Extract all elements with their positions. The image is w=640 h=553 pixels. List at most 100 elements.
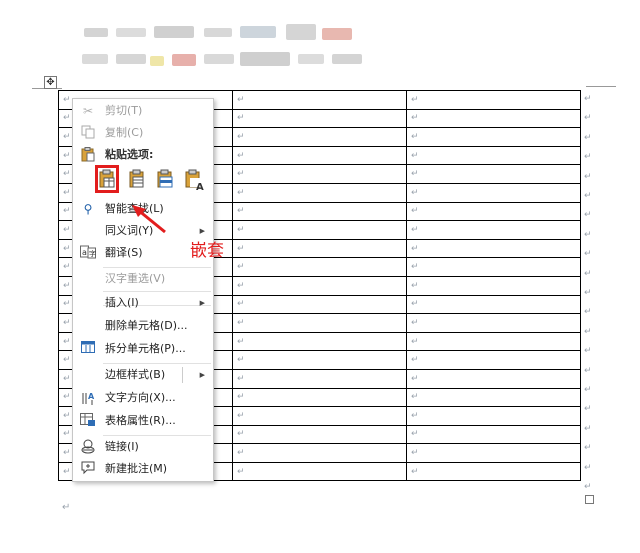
row-end-mark: ↵ bbox=[584, 307, 592, 318]
table-cell[interactable]: ↵ bbox=[406, 294, 581, 315]
menu-item-label: 汉字重选(V) bbox=[105, 272, 166, 285]
blur-block bbox=[332, 54, 362, 64]
table-cell[interactable]: ↵ bbox=[232, 368, 407, 389]
table-cell[interactable]: ↵ bbox=[232, 406, 407, 426]
table-cell[interactable]: ↵ bbox=[406, 182, 581, 203]
table-cell[interactable]: ↵ bbox=[232, 313, 407, 333]
row-end-mark: ↵ bbox=[584, 385, 592, 395]
svg-text:a: a bbox=[82, 248, 87, 257]
table-cell[interactable]: ↵ bbox=[232, 331, 407, 352]
menu-item-insert[interactable]: 插入(I) ▶ bbox=[73, 293, 213, 313]
scissors-icon: ✂ bbox=[82, 104, 94, 118]
menu-separator bbox=[103, 435, 211, 436]
paste-keep-text-only-button[interactable]: A bbox=[182, 168, 204, 194]
menu-item-label: 翻译(S) bbox=[105, 246, 143, 259]
blur-block bbox=[240, 52, 290, 66]
menu-item-label: 剪切(T) bbox=[105, 104, 143, 117]
row-end-mark: ↵ bbox=[584, 171, 592, 182]
copy-icon bbox=[80, 125, 96, 141]
table-cell[interactable]: ↵ bbox=[406, 443, 581, 463]
paste-nest-table-button[interactable] bbox=[95, 165, 119, 193]
table-cell[interactable]: ↵ bbox=[406, 238, 581, 259]
table-cell[interactable]: ↵ bbox=[406, 257, 581, 277]
table-cell[interactable]: ↵ bbox=[232, 127, 407, 147]
paste-merge-table-button[interactable] bbox=[126, 168, 148, 194]
ruler-line-right bbox=[586, 86, 616, 87]
paste-icon bbox=[80, 147, 96, 163]
table-cell[interactable]: ↵ bbox=[406, 350, 581, 370]
table-cell[interactable]: ↵ bbox=[232, 182, 407, 203]
row-end-mark: ↵ bbox=[584, 423, 592, 434]
table-cell[interactable]: ↵ bbox=[406, 220, 581, 240]
blur-block bbox=[116, 54, 146, 64]
row-end-mark: ↵ bbox=[584, 365, 592, 376]
table-cell[interactable]: ↵ bbox=[406, 90, 581, 110]
table-cell[interactable]: ↵ bbox=[406, 108, 581, 129]
menu-item-cut[interactable]: ✂ 剪切(T) bbox=[73, 101, 213, 121]
blur-block bbox=[204, 54, 234, 64]
menu-separator bbox=[103, 291, 211, 292]
table-cell[interactable]: ↵ bbox=[232, 461, 407, 482]
menu-item-table-properties[interactable]: 表格属性(R)... bbox=[73, 411, 213, 431]
table-cell[interactable]: ↵ bbox=[232, 201, 407, 222]
table-cell[interactable]: ↵ bbox=[232, 350, 407, 370]
split-cells-icon bbox=[80, 341, 96, 357]
table-cell[interactable]: ↵ bbox=[232, 164, 407, 184]
table-cell[interactable]: ↵ bbox=[406, 275, 581, 296]
menu-item-new-comment[interactable]: 新建批注(M) bbox=[73, 459, 213, 479]
table-cell[interactable]: ↵ bbox=[406, 313, 581, 333]
table-cell[interactable]: ↵ bbox=[232, 238, 407, 259]
table-cell[interactable]: ↵ bbox=[406, 331, 581, 352]
table-cell[interactable]: ↵ bbox=[406, 424, 581, 445]
menu-item-copy[interactable]: 复制(C) bbox=[73, 123, 213, 143]
table-cell[interactable]: ↵ bbox=[232, 387, 407, 408]
table-cell[interactable]: ↵ bbox=[232, 145, 407, 166]
menu-item-text-direction[interactable]: A 文字方向(X)... bbox=[73, 388, 213, 408]
row-end-mark: ↵ bbox=[584, 94, 592, 104]
table-cell[interactable]: ↵ bbox=[232, 90, 407, 110]
table-properties-icon bbox=[80, 413, 96, 429]
row-end-mark: ↵ bbox=[584, 404, 592, 415]
row-end-mark: ↵ bbox=[584, 346, 592, 357]
blur-block bbox=[322, 28, 352, 40]
menu-item-label: 边框样式(B) bbox=[105, 368, 166, 381]
paste-insert-rows-button[interactable] bbox=[154, 168, 176, 194]
blur-block bbox=[150, 56, 164, 66]
blur-block bbox=[286, 24, 316, 40]
table-cell[interactable]: ↵ bbox=[406, 461, 581, 482]
menu-item-label: 复制(C) bbox=[105, 126, 144, 139]
context-menu: ✂ 剪切(T) 复制(C) 粘贴选项: ⚲ 智能查找(L) 同义词(Y) ▶ a… bbox=[72, 98, 214, 482]
menu-item-label: 删除单元格(D)... bbox=[105, 319, 188, 332]
table-cell[interactable]: ↵ bbox=[406, 145, 581, 166]
table-resize-handle[interactable] bbox=[585, 495, 594, 504]
table-cell[interactable]: ↵ bbox=[232, 443, 407, 463]
menu-item-delete-cells[interactable]: 删除单元格(D)... bbox=[73, 316, 213, 336]
table-cell[interactable]: ↵ bbox=[406, 368, 581, 389]
table-cell[interactable]: ↵ bbox=[232, 275, 407, 296]
blur-block bbox=[298, 54, 324, 64]
table-cell[interactable]: ↵ bbox=[232, 108, 407, 129]
menu-item-border-style[interactable]: 边框样式(B) ▶ bbox=[73, 365, 213, 385]
chevron-right-icon: ▶ bbox=[199, 299, 205, 307]
search-icon: ⚲ bbox=[83, 202, 93, 216]
link-icon bbox=[80, 439, 96, 455]
table-cell[interactable]: ↵ bbox=[406, 387, 581, 408]
menu-item-split-cells[interactable]: 拆分单元格(P)... bbox=[73, 339, 213, 359]
menu-item-hanzi-reselect[interactable]: 汉字重选(V) bbox=[73, 269, 213, 289]
row-end-mark: ↵ bbox=[584, 288, 592, 298]
move-handle-icon[interactable]: ✥ bbox=[44, 76, 57, 89]
menu-item-label: 表格属性(R)... bbox=[105, 414, 176, 427]
table-cell[interactable]: ↵ bbox=[232, 294, 407, 315]
table-cell[interactable]: ↵ bbox=[406, 201, 581, 222]
comment-icon bbox=[80, 461, 96, 477]
table-cell[interactable]: ↵ bbox=[232, 424, 407, 445]
table-cell[interactable]: ↵ bbox=[406, 127, 581, 147]
menu-item-link[interactable]: 链接(I) bbox=[73, 437, 213, 457]
table-cell[interactable]: ↵ bbox=[406, 406, 581, 426]
row-end-mark: ↵ bbox=[584, 113, 592, 124]
paste-option-letter: A bbox=[196, 182, 204, 193]
table-cell[interactable]: ↵ bbox=[406, 164, 581, 184]
table-cell[interactable]: ↵ bbox=[232, 257, 407, 277]
blur-block bbox=[116, 28, 146, 37]
table-cell[interactable]: ↵ bbox=[232, 220, 407, 240]
